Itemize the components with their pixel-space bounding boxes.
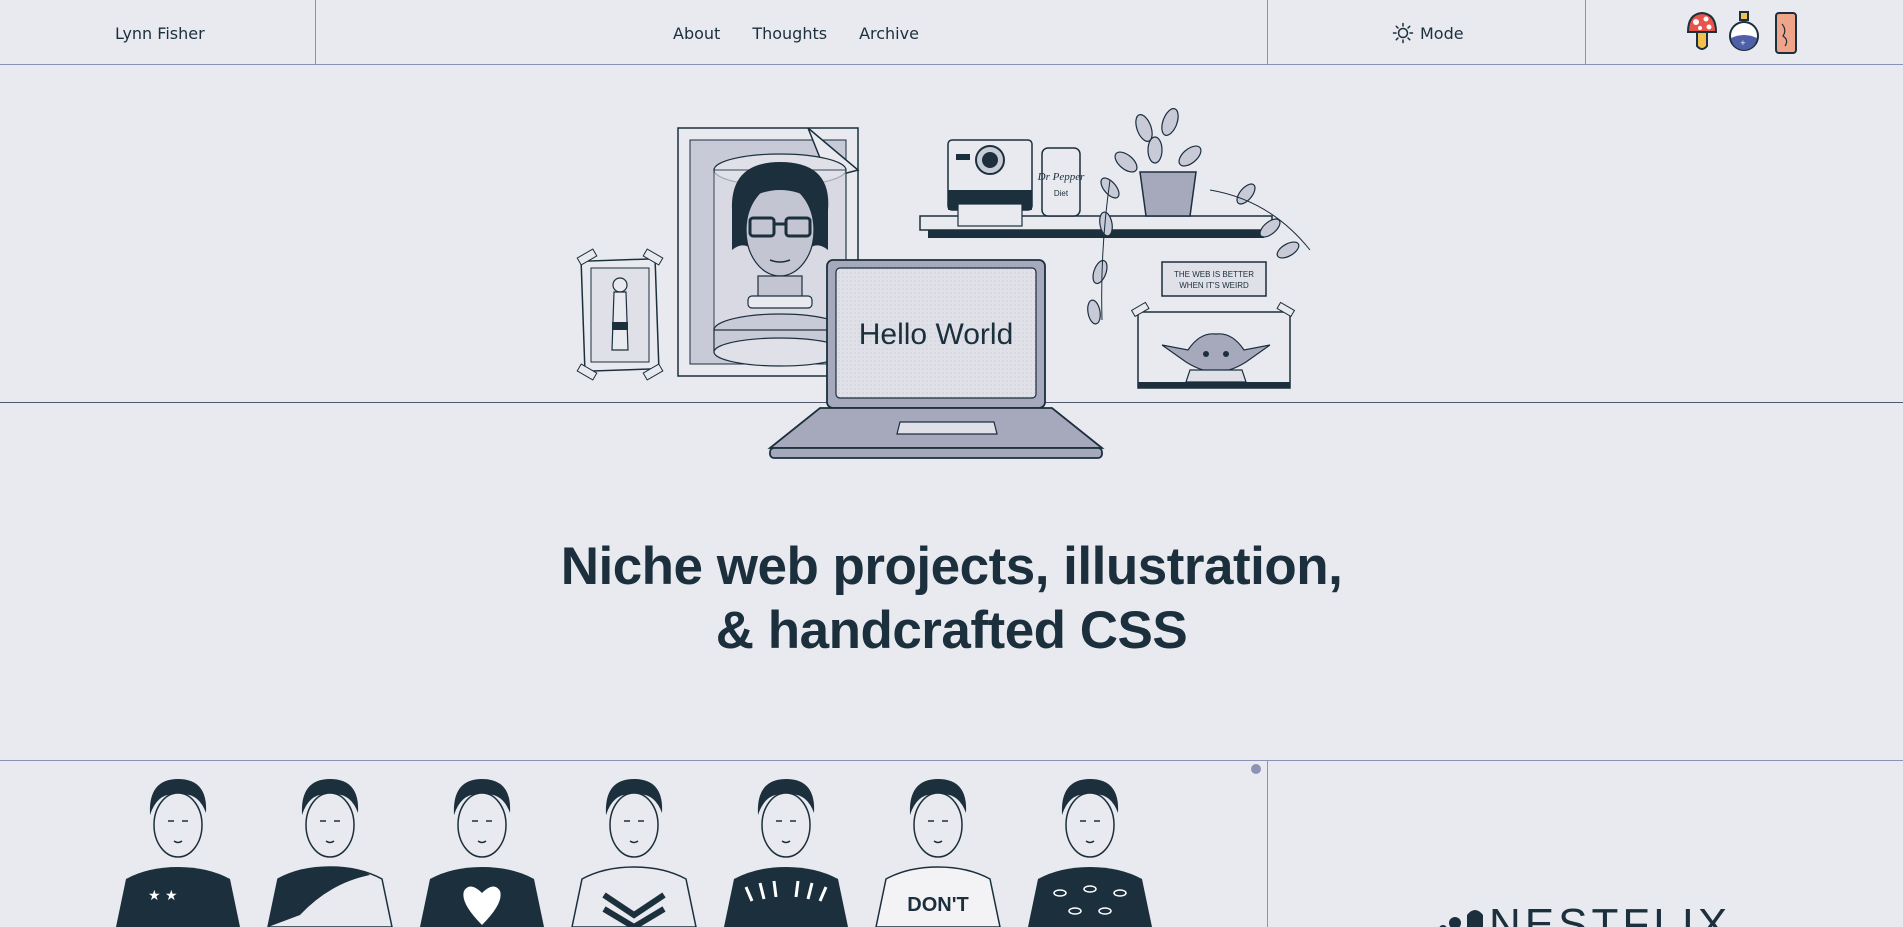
weird-web-sign: THE WEB IS BETTER WHEN IT'S WEIRD [1161,261,1267,297]
character-7 [1020,775,1160,927]
svg-text:DON'T: DON'T [907,894,968,916]
headline-line-2: & handcrafted CSS [715,601,1188,660]
character-2 [260,775,400,927]
hero-illustration: Dr Pepper Diet THE WEB IS BETTER WHEN IT… [576,108,1311,459]
character-3 [412,775,552,927]
sticker-collection: + [1685,10,1803,56]
character-6: DON'T [868,775,1008,927]
project-rule [1267,760,1268,927]
nav-about[interactable]: About [673,24,720,43]
svg-text:Diet: Diet [1054,189,1069,198]
headline-line-1: Niche web projects, illustration, [560,537,1343,596]
potion-sticker-icon[interactable]: + [1727,10,1761,56]
site-name-link[interactable]: Lynn Fisher [115,24,205,43]
nest-logo-icon [1439,910,1483,927]
page-headline: Niche web projects, illustration, & hand… [0,535,1903,663]
character-4 [564,775,704,927]
characters-project-preview[interactable]: ★ ★ DON'T [100,775,1160,927]
svg-text:Dr Pepper: Dr Pepper [1037,171,1085,183]
carousel-dot[interactable] [1251,764,1261,774]
baby-yoda-poster [1130,301,1296,389]
nestflix-project-preview[interactable]: NESTFLIX [1435,895,1735,927]
svg-text:+: + [1740,39,1746,47]
character-5 [716,775,856,927]
mode-toggle-button[interactable]: Mode [1392,20,1464,46]
sun-icon [1392,22,1414,44]
nav-thoughts[interactable]: Thoughts [752,24,827,43]
mode-label: Mode [1420,23,1464,43]
punk-sticker-icon[interactable] [1769,10,1803,56]
section-divider [0,760,1903,761]
character-1: ★ ★ [108,775,248,927]
svg-text:Hello World: Hello World [859,318,1014,351]
taped-poster [576,248,664,381]
svg-text:WHEN IT'S WEIRD: WHEN IT'S WEIRD [1179,281,1249,290]
svg-text:NESTFLIX: NESTFLIX [1489,900,1731,927]
svg-text:★ ★: ★ ★ [148,888,178,904]
svg-text:THE WEB IS BETTER: THE WEB IS BETTER [1174,270,1254,279]
nav-archive[interactable]: Archive [859,24,919,43]
site-header: Lynn Fisher About Thoughts Archive Mode [0,0,1903,65]
mushroom-sticker-icon[interactable] [1685,10,1719,56]
main-nav: About Thoughts Archive [673,24,919,43]
